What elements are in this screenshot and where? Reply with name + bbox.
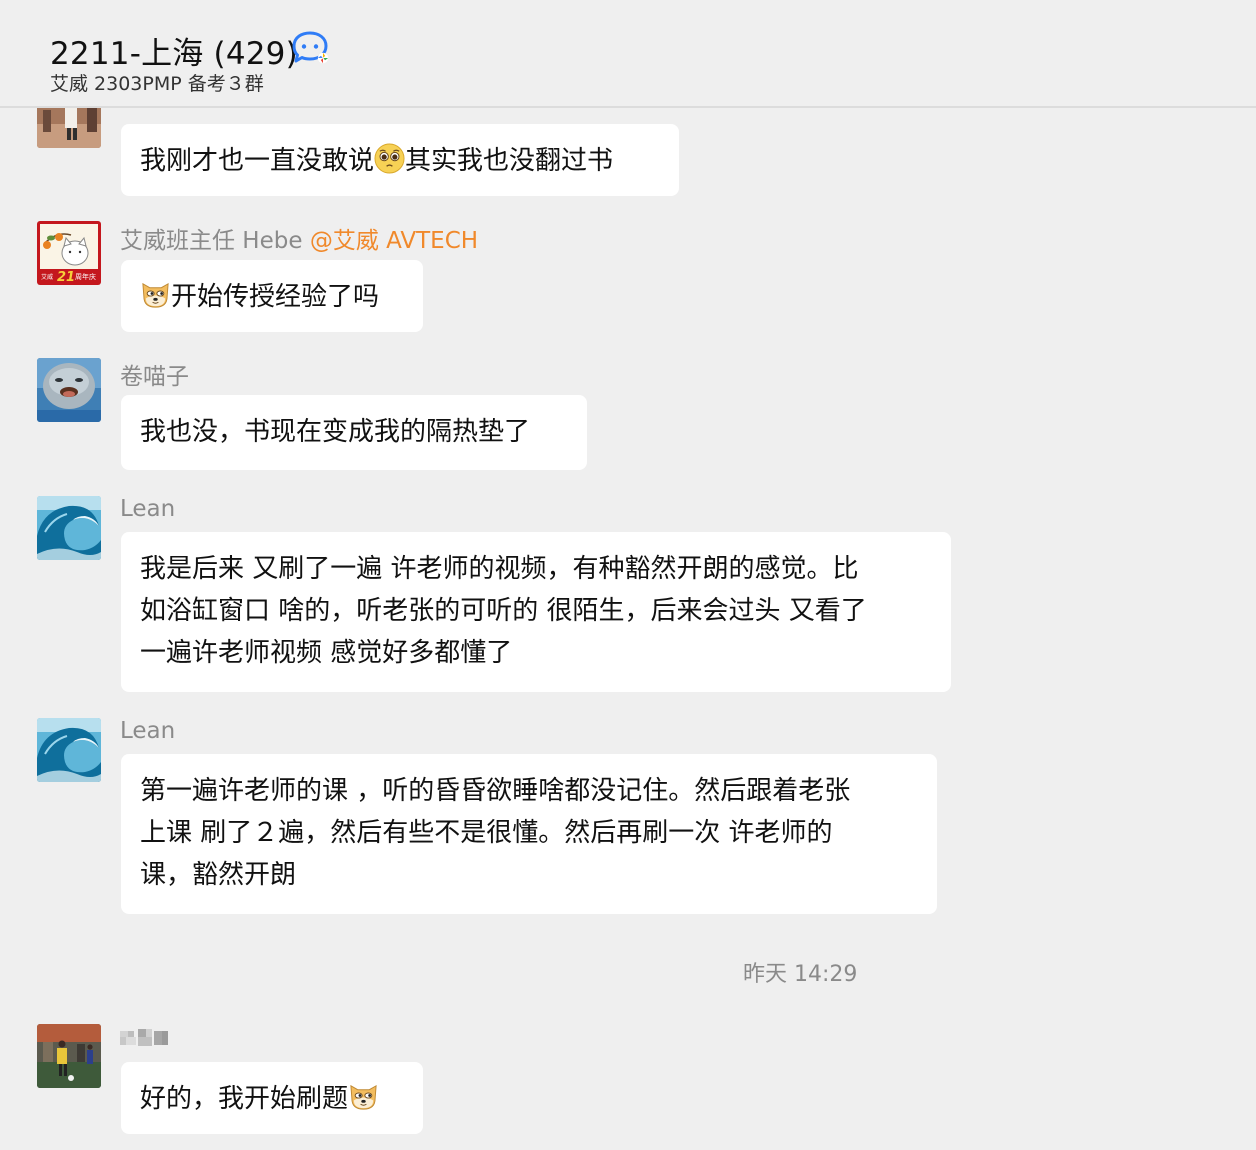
doge-icon	[142, 282, 169, 308]
message-bubble[interactable]: 第一遍许老师的课 ，听的昏昏欲睡啥都没记住。然后跟着老张 上课 刷了２遍，然后有…	[121, 754, 937, 914]
message-line: 一遍许老师视频 感觉好多都懂了	[140, 638, 513, 668]
sender-name[interactable]: 卷喵子	[120, 357, 189, 391]
chat-header: 2211-上海 (429) 艾威 2303PMP 备考３群	[0, 0, 1256, 108]
avatar[interactable]	[37, 718, 101, 782]
sender-name[interactable]: Lean	[120, 496, 175, 522]
badge-number: 21	[57, 270, 75, 285]
pleading-face-icon	[374, 143, 405, 174]
avtech-anniversary-avatar: 艾威 21 周年庆	[37, 221, 101, 285]
photo-avatar-football	[37, 1024, 101, 1088]
badge-text: 周年庆	[75, 272, 96, 281]
message-line: 如浴缸窗口 啥的，听老张的可听的 很陌生，后来会过头 又看了	[140, 596, 867, 626]
mention-tag[interactable]: @艾威 AVTECH	[310, 228, 478, 254]
photo-avatar-person	[37, 108, 101, 148]
sender-name[interactable]: Lean	[120, 718, 175, 744]
avatar[interactable]	[37, 108, 101, 148]
message-text: 其实我也没翻过书	[405, 146, 614, 176]
seal-avatar	[37, 358, 101, 422]
chat-bubbles-icon[interactable]	[290, 31, 332, 67]
message-bubble[interactable]: 我刚才也一直没敢说 其实我也没翻过书	[121, 124, 679, 196]
message-line: 第一遍许老师的课 ，听的昏昏欲睡啥都没记住。然后跟着老张	[140, 776, 851, 806]
wave-avatar	[37, 718, 101, 782]
wave-avatar	[37, 496, 101, 560]
chat-title[interactable]: 2211-上海 (429)	[50, 28, 298, 73]
message-bubble[interactable]: 我是后来 又刷了一遍 许老师的视频，有种豁然开朗的感觉。比 如浴缸窗口 啥的，听…	[121, 532, 951, 692]
chat-subtitle: 艾威 2303PMP 备考３群	[50, 73, 264, 95]
avatar[interactable]: 艾威 21 周年庆	[37, 221, 101, 285]
badge-brand: 艾威	[41, 273, 53, 281]
sender-name-blurred[interactable]	[120, 1027, 168, 1049]
doge-icon	[350, 1084, 377, 1110]
message-bubble[interactable]: 好的，我开始刷题	[121, 1062, 423, 1134]
message-list[interactable]: 我刚才也一直没敢说 其实我也没翻过书 艾威 21 周年庆 艾威班主任 Hebe …	[0, 108, 1256, 1150]
avatar[interactable]	[37, 496, 101, 560]
message-text: 我刚才也一直没敢说	[140, 146, 375, 176]
message-line: 课，豁然开朗	[140, 860, 297, 890]
message-bubble[interactable]: 开始传授经验了吗	[121, 260, 423, 332]
sender-label: 艾威班主任 Hebe	[120, 228, 303, 254]
avatar[interactable]	[37, 358, 101, 422]
sender-name[interactable]: 艾威班主任 Hebe @艾威 AVTECH	[120, 221, 478, 255]
message-line: 我是后来 又刷了一遍 许老师的视频，有种豁然开朗的感觉。比	[140, 554, 859, 584]
message-line: 上课 刷了２遍，然后有些不是很懂。然后再刷一次 许老师的	[140, 818, 833, 848]
message-text: 我也没，书现在变成我的隔热垫了	[140, 417, 531, 447]
timestamp: 昨天 14:29	[743, 962, 858, 987]
message-text: 好的，我开始刷题	[140, 1084, 349, 1114]
message-text: 开始传授经验了吗	[171, 282, 380, 312]
message-bubble[interactable]: 我也没，书现在变成我的隔热垫了	[121, 395, 587, 470]
avatar[interactable]	[37, 1024, 101, 1088]
